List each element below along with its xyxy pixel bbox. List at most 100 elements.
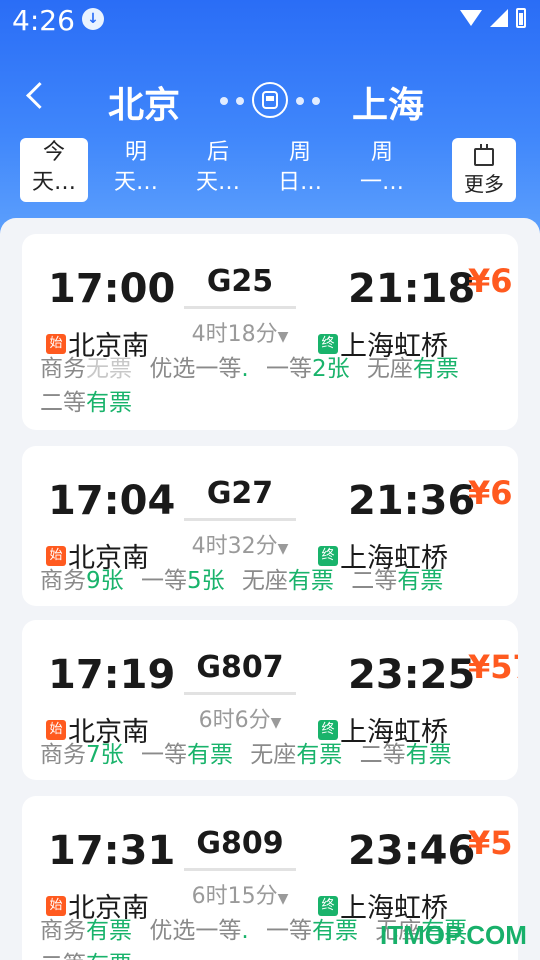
- signal-icon: [490, 9, 508, 27]
- ticket-price: ¥6: [468, 474, 513, 512]
- seat-status: .: [241, 356, 249, 382]
- ticket-price: ¥57: [468, 648, 518, 686]
- start-badge-icon: 始: [46, 895, 66, 916]
- dot-icon: [236, 97, 244, 105]
- seat-status: 有票: [397, 568, 444, 594]
- more-label: 更多: [464, 172, 504, 196]
- duration-text: 6时6分: [198, 708, 271, 733]
- seat-status: 7张: [86, 742, 124, 768]
- seat-type: 优选一等: [149, 356, 242, 382]
- seat-status: 有票: [86, 390, 132, 416]
- date-tab[interactable]: 明天…: [102, 138, 170, 202]
- seat-type: 无座: [241, 568, 288, 594]
- date-tab-date: 日…: [277, 170, 322, 195]
- train-divider: [184, 306, 296, 309]
- seat-type: 商务: [40, 356, 86, 382]
- seat-class: 二等有票: [351, 568, 443, 594]
- system-icons: [460, 8, 526, 28]
- swap-cities-button[interactable]: [218, 80, 322, 120]
- date-tab[interactable]: 周一…: [348, 138, 416, 202]
- train-card[interactable]: 17:00 G25 4时18分▼ 21:18 ¥6 始北京南终上海虹桥 商务无票 优选一等.…: [22, 234, 518, 430]
- watermark: ITMOP.COM: [380, 920, 527, 950]
- travel-duration: 4时32分▼: [172, 528, 308, 560]
- train-divider: [184, 692, 296, 695]
- departure-time: 17:31: [48, 828, 176, 874]
- arrival-time: 21:36: [348, 478, 476, 524]
- date-tab[interactable]: 今天…: [20, 138, 88, 202]
- date-tab-day: 周: [288, 140, 311, 165]
- chevron-down-icon[interactable]: ▼: [278, 891, 289, 907]
- more-dates-button[interactable]: 更多: [452, 138, 516, 202]
- seat-type: 无座: [250, 742, 297, 768]
- seat-type: 二等: [351, 568, 398, 594]
- duration-text: 4时18分: [191, 322, 278, 347]
- seat-class: 无座有票: [367, 356, 459, 382]
- travel-duration: 6时6分▼: [172, 702, 308, 734]
- seat-class: 商务有票: [40, 918, 132, 944]
- date-tab[interactable]: 后天…: [184, 138, 252, 202]
- seat-class: 商务无票: [40, 356, 132, 382]
- seat-type: 一等: [265, 918, 312, 944]
- seat-status: 有票: [86, 952, 132, 960]
- start-badge-icon: 始: [46, 333, 66, 354]
- chevron-down-icon[interactable]: ▼: [271, 715, 282, 731]
- seat-availability: 商务7张 一等有票 无座有票 二等有票: [40, 738, 510, 772]
- travel-duration: 4时18分▼: [172, 316, 308, 348]
- seat-class: 二等有票: [40, 952, 132, 960]
- duration-text: 6时15分: [191, 884, 278, 909]
- status-time: 4:26: [12, 4, 75, 37]
- train-divider: [184, 518, 296, 521]
- seat-class: 一等2张: [266, 356, 350, 382]
- train-card[interactable]: 17:19G8076时6分▼23:25¥57始北京南终上海虹桥商务7张 一等有票…: [22, 620, 518, 780]
- train-number: G807: [196, 650, 284, 685]
- calendar-icon: [474, 144, 494, 166]
- ticket-price: ¥5: [468, 824, 513, 862]
- chevron-down-icon[interactable]: ▼: [278, 329, 289, 345]
- to-city[interactable]: 上海: [352, 76, 424, 128]
- seat-status: 有票: [287, 568, 334, 594]
- date-tab-day: 明: [124, 140, 147, 165]
- train-divider: [184, 868, 296, 871]
- train-card[interactable]: 17:04 G27 4时32分▼ 21:36 ¥6 始北京南终上海虹桥 商务9张 一等5张 …: [22, 446, 518, 606]
- seat-status: 5张: [186, 568, 225, 594]
- train-list: 17:00 G25 4时18分▼ 21:18 ¥6 始北京南终上海虹桥 商务无票 优选一等.…: [0, 218, 540, 960]
- seat-status: 有票: [86, 918, 132, 944]
- seat-status: 有票: [405, 742, 452, 768]
- seat-status: 有票: [311, 918, 358, 944]
- duration-text: 4时32分: [191, 534, 278, 559]
- seat-type: 一等: [265, 356, 312, 382]
- start-badge-icon: 始: [46, 545, 66, 566]
- seat-status: 有票: [186, 742, 233, 768]
- travel-duration: 6时15分▼: [172, 878, 308, 910]
- arrival-time: 23:46: [348, 828, 476, 874]
- seat-class: 一等5张: [141, 568, 225, 594]
- back-icon[interactable]: [22, 78, 52, 114]
- seat-class: 商务9张: [40, 568, 124, 594]
- arrival-time: 23:25: [348, 652, 476, 698]
- train-swap-icon: [252, 82, 288, 118]
- seat-class: 优选一等.: [149, 356, 248, 382]
- seat-class: 一等有票: [266, 918, 358, 944]
- dot-icon: [220, 97, 228, 105]
- seat-type: 商务: [40, 742, 86, 768]
- departure-time: 17:00: [48, 266, 176, 312]
- seat-status: .: [241, 918, 249, 944]
- status-bar: 4:26 ↓: [0, 0, 540, 44]
- seat-status: 有票: [412, 356, 459, 382]
- seat-type: 二等: [40, 390, 86, 416]
- date-tab[interactable]: 周日…: [266, 138, 334, 202]
- date-tab-date: 一…: [359, 170, 404, 195]
- date-tabs: 今天… 明天… 后天… 周日… 周一… 更多: [0, 136, 540, 206]
- departure-time: 17:04: [48, 478, 176, 524]
- date-tab-day: 周: [370, 140, 393, 165]
- arrival-time: 21:18: [348, 266, 476, 312]
- from-city[interactable]: 北京: [108, 76, 180, 128]
- chevron-down-icon[interactable]: ▼: [278, 541, 289, 557]
- seat-type: 一等: [140, 568, 187, 594]
- seat-status: 无票: [86, 356, 132, 382]
- seat-class: 无座有票: [242, 568, 334, 594]
- seat-availability: 商务无票 优选一等. 一等2张 无座有票 二等有票: [40, 352, 510, 420]
- seat-class: 一等有票: [141, 742, 233, 768]
- start-badge-icon: 始: [46, 719, 66, 740]
- train-number: G27: [206, 476, 274, 511]
